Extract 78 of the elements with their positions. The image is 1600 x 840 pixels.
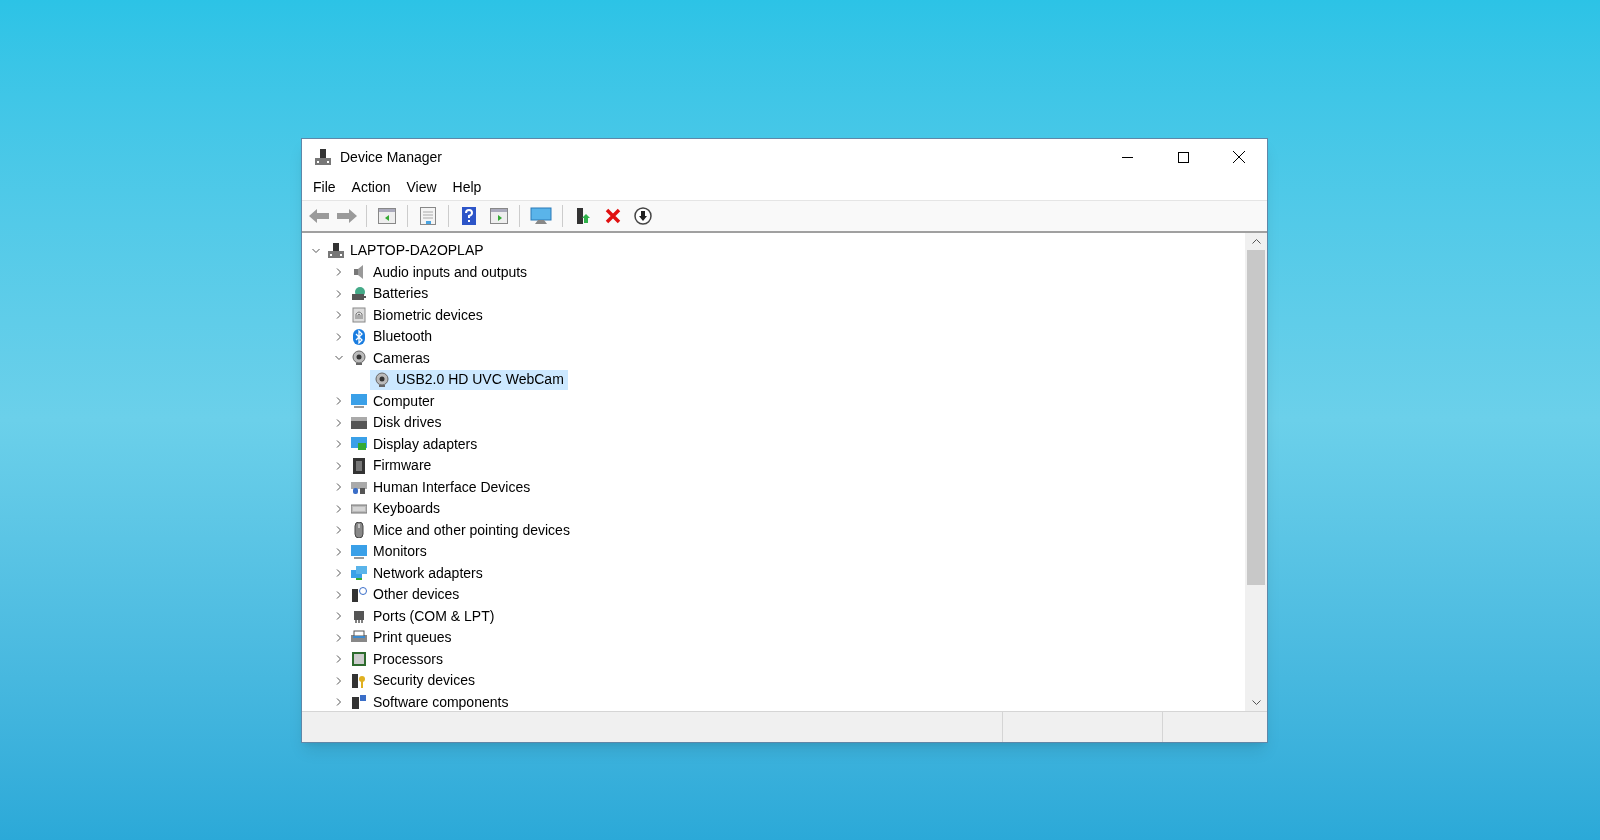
tree-item[interactable]: Biometric devices xyxy=(347,305,487,326)
collapsed-chevron-icon[interactable] xyxy=(335,504,343,513)
tree-item[interactable]: Cameras xyxy=(347,348,434,369)
scrollbar[interactable] xyxy=(1245,233,1267,711)
tree-item[interactable]: Firmware xyxy=(347,455,436,476)
tree-item[interactable]: Batteries xyxy=(347,283,433,304)
left-arrow-icon xyxy=(309,209,329,223)
delete-x-icon xyxy=(605,208,621,224)
collapsed-chevron-icon[interactable] xyxy=(335,397,343,406)
tree-item[interactable]: USB2.0 HD UVC WebCam xyxy=(370,369,568,390)
monitor-icon xyxy=(351,393,367,410)
collapsed-chevron-icon[interactable] xyxy=(335,655,343,664)
collapsed-chevron-icon[interactable] xyxy=(335,676,343,685)
minimize-icon xyxy=(1121,156,1133,158)
window-panel-icon xyxy=(378,208,396,224)
tree-item[interactable]: Computer xyxy=(347,391,439,412)
network-icon xyxy=(351,565,367,582)
collapsed-chevron-icon[interactable] xyxy=(335,569,343,578)
scrollbar-thumb[interactable] xyxy=(1247,250,1265,585)
key-device-icon xyxy=(351,672,367,689)
tree-item[interactable]: Disk drives xyxy=(347,412,446,433)
bluetooth-icon xyxy=(351,328,367,345)
collapsed-chevron-icon[interactable] xyxy=(335,526,343,535)
computer-icon xyxy=(328,242,344,259)
window-title: Device Manager xyxy=(340,147,442,167)
menu-item[interactable]: Help xyxy=(445,176,489,199)
collapsed-chevron-icon[interactable] xyxy=(335,332,343,341)
right-arrow-icon xyxy=(337,209,357,223)
collapsed-chevron-icon[interactable] xyxy=(335,612,343,621)
collapsed-chevron-icon[interactable] xyxy=(335,418,343,427)
tree-item[interactable]: Mice and other pointing devices xyxy=(347,520,574,541)
mouse-icon xyxy=(351,522,367,539)
tree-item[interactable]: Bluetooth xyxy=(347,326,437,347)
monitor-icon xyxy=(351,543,367,560)
close-icon xyxy=(1233,151,1245,163)
port-icon xyxy=(351,608,367,625)
chip-icon xyxy=(351,457,367,474)
tree-item[interactable]: Audio inputs and outputs xyxy=(347,262,532,283)
tree-item[interactable]: Keyboards xyxy=(347,498,444,519)
tree-item[interactable]: Other devices xyxy=(347,584,464,605)
document-icon xyxy=(419,207,437,225)
down-arrow-circle-icon xyxy=(634,207,652,225)
collapsed-chevron-icon[interactable] xyxy=(335,440,343,449)
collapsed-chevron-icon[interactable] xyxy=(335,268,343,277)
device-up-arrow-icon xyxy=(575,207,591,225)
menu-item[interactable]: Action xyxy=(344,176,398,199)
tree-item[interactable]: Software components xyxy=(347,692,513,711)
monitor-icon xyxy=(530,207,552,225)
collapsed-chevron-icon[interactable] xyxy=(335,590,343,599)
webcam-icon xyxy=(351,350,367,367)
expanded-chevron-icon[interactable] xyxy=(312,246,320,255)
tree-item[interactable]: Print queues xyxy=(347,627,456,648)
computer-icon xyxy=(314,148,332,166)
tree-item[interactable]: Monitors xyxy=(347,541,431,562)
processor-icon xyxy=(351,651,367,668)
tree-item[interactable]: Network adapters xyxy=(347,563,487,584)
window-panel-icon xyxy=(490,208,508,224)
tree-item[interactable]: Human Interface Devices xyxy=(347,477,535,498)
expanded-chevron-icon[interactable] xyxy=(335,354,343,363)
collapsed-chevron-icon[interactable] xyxy=(335,698,343,707)
tree-item[interactable]: Display adapters xyxy=(347,434,482,455)
collapsed-chevron-icon[interactable] xyxy=(335,547,343,556)
collapsed-chevron-icon[interactable] xyxy=(335,311,343,320)
tree-item[interactable]: Ports (COM & LPT) xyxy=(347,606,499,627)
collapsed-chevron-icon[interactable] xyxy=(335,633,343,642)
tree-item[interactable]: LAPTOP-DA2OPLAP xyxy=(324,240,488,261)
tree-item[interactable]: Security devices xyxy=(347,670,479,691)
display-card-icon xyxy=(351,436,367,453)
maximize-icon xyxy=(1177,151,1189,163)
menu-item[interactable]: File xyxy=(306,176,343,199)
menu-item[interactable]: View xyxy=(399,176,444,199)
collapsed-chevron-icon[interactable] xyxy=(335,461,343,470)
help-icon xyxy=(462,207,476,225)
tree-item[interactable]: Processors xyxy=(347,649,448,670)
collapsed-chevron-icon[interactable] xyxy=(335,289,343,298)
webcam-icon xyxy=(374,371,390,388)
disk-drive-icon xyxy=(351,414,367,431)
collapsed-chevron-icon[interactable] xyxy=(335,483,343,492)
